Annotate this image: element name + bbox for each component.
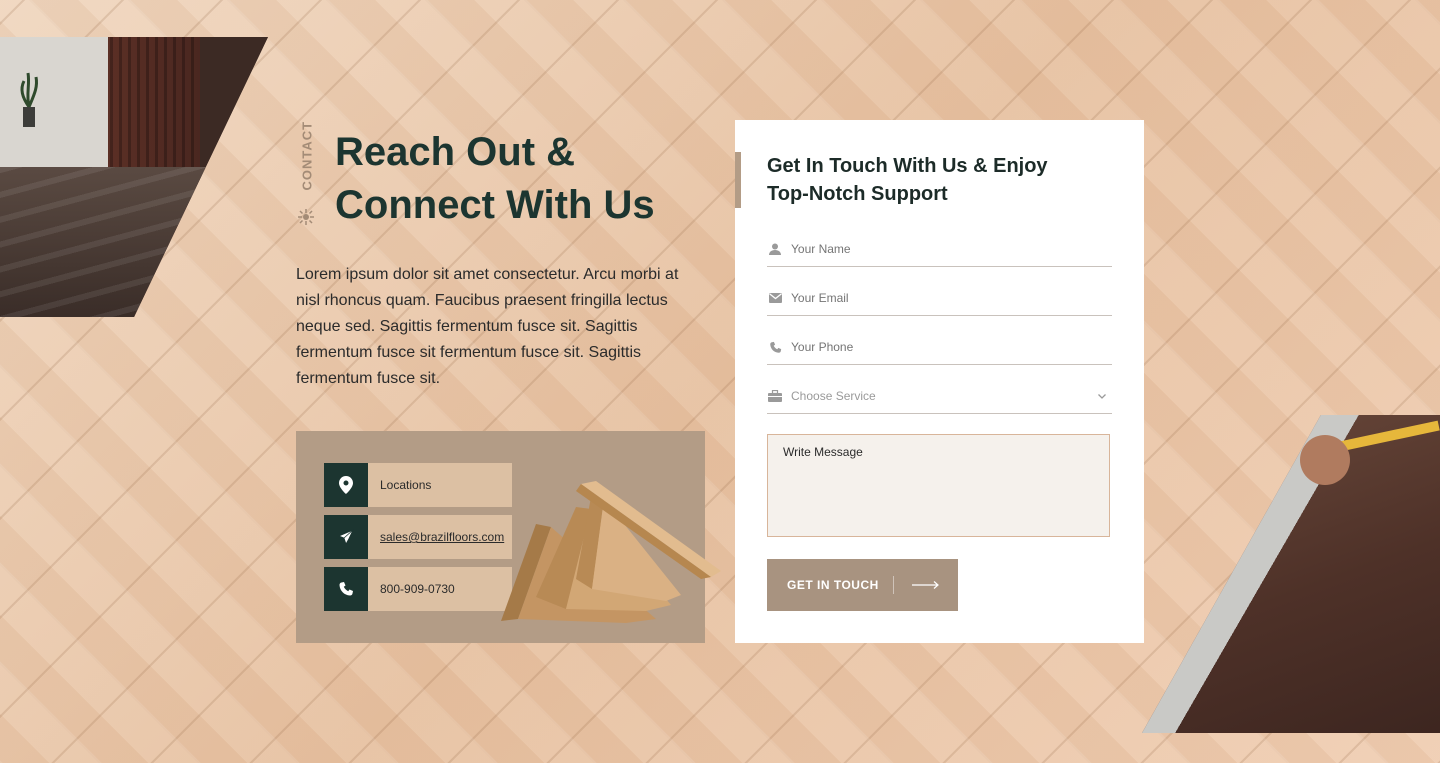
side-label: CONTACT: [299, 120, 315, 191]
get-in-touch-label: GET IN TOUCH: [787, 578, 879, 592]
hand-graphic: [1300, 435, 1350, 485]
location-icon-box: [324, 463, 368, 507]
contact-info-box: Locations sales@brazilfloors.com 800-909…: [296, 431, 721, 643]
phone-text: 800-909-0730: [380, 582, 455, 596]
contact-form-card: Get In Touch With Us & Enjoy Top-Notch S…: [735, 120, 1144, 643]
plant-icon: [20, 72, 38, 127]
email-field: [767, 281, 1112, 316]
chevron-down-icon: [1098, 394, 1106, 399]
form-title-line-1: Get In Touch With Us & Enjoy: [767, 155, 1048, 177]
heading-line-2: Connect With Us: [335, 183, 655, 227]
phone-icon: [767, 339, 783, 355]
get-in-touch-button[interactable]: GET IN TOUCH: [767, 559, 958, 611]
email-icon-box: [324, 515, 368, 559]
sparkle-icon: [298, 209, 314, 225]
message-textarea[interactable]: [767, 434, 1110, 537]
contact-row-location[interactable]: Locations: [324, 463, 512, 507]
user-icon: [767, 241, 783, 257]
interior-photo-left: [0, 37, 268, 317]
phone-icon-box: [324, 567, 368, 611]
location-pin-icon: [339, 476, 353, 494]
intro-paragraph: Lorem ipsum dolor sit amet consectetur. …: [296, 266, 679, 387]
phone-icon: [339, 582, 353, 596]
name-field: [767, 232, 1112, 267]
installation-photo-right: [1142, 415, 1440, 733]
arrow-right-icon: [912, 581, 939, 589]
page-heading: Reach Out & Connect With Us: [335, 126, 695, 232]
envelope-icon: [767, 290, 783, 306]
paper-plane-icon: [338, 529, 354, 545]
name-input[interactable]: [791, 242, 1112, 256]
form-title-line-2: Top-Notch Support: [767, 183, 948, 205]
form-title: Get In Touch With Us & Enjoy Top-Notch S…: [767, 152, 1087, 208]
service-select-value: Choose Service: [791, 389, 876, 403]
email-link[interactable]: sales@brazilfloors.com: [380, 530, 504, 544]
email-input[interactable]: [791, 291, 1112, 305]
phone-input[interactable]: [791, 340, 1112, 354]
contact-row-phone[interactable]: 800-909-0730: [324, 567, 512, 611]
contact-side-tag: CONTACT: [297, 120, 317, 225]
briefcase-icon: [767, 388, 783, 404]
phone-field: [767, 330, 1112, 365]
title-accent-bar: [735, 152, 741, 208]
contact-row-email[interactable]: sales@brazilfloors.com: [324, 515, 512, 559]
button-separator: [893, 576, 894, 594]
floor-texture: [0, 167, 268, 317]
heading-line-1: Reach Out &: [335, 130, 576, 174]
location-text: Locations: [380, 478, 432, 492]
wood-planks-image: [501, 481, 721, 623]
service-select[interactable]: Choose Service: [767, 379, 1112, 414]
